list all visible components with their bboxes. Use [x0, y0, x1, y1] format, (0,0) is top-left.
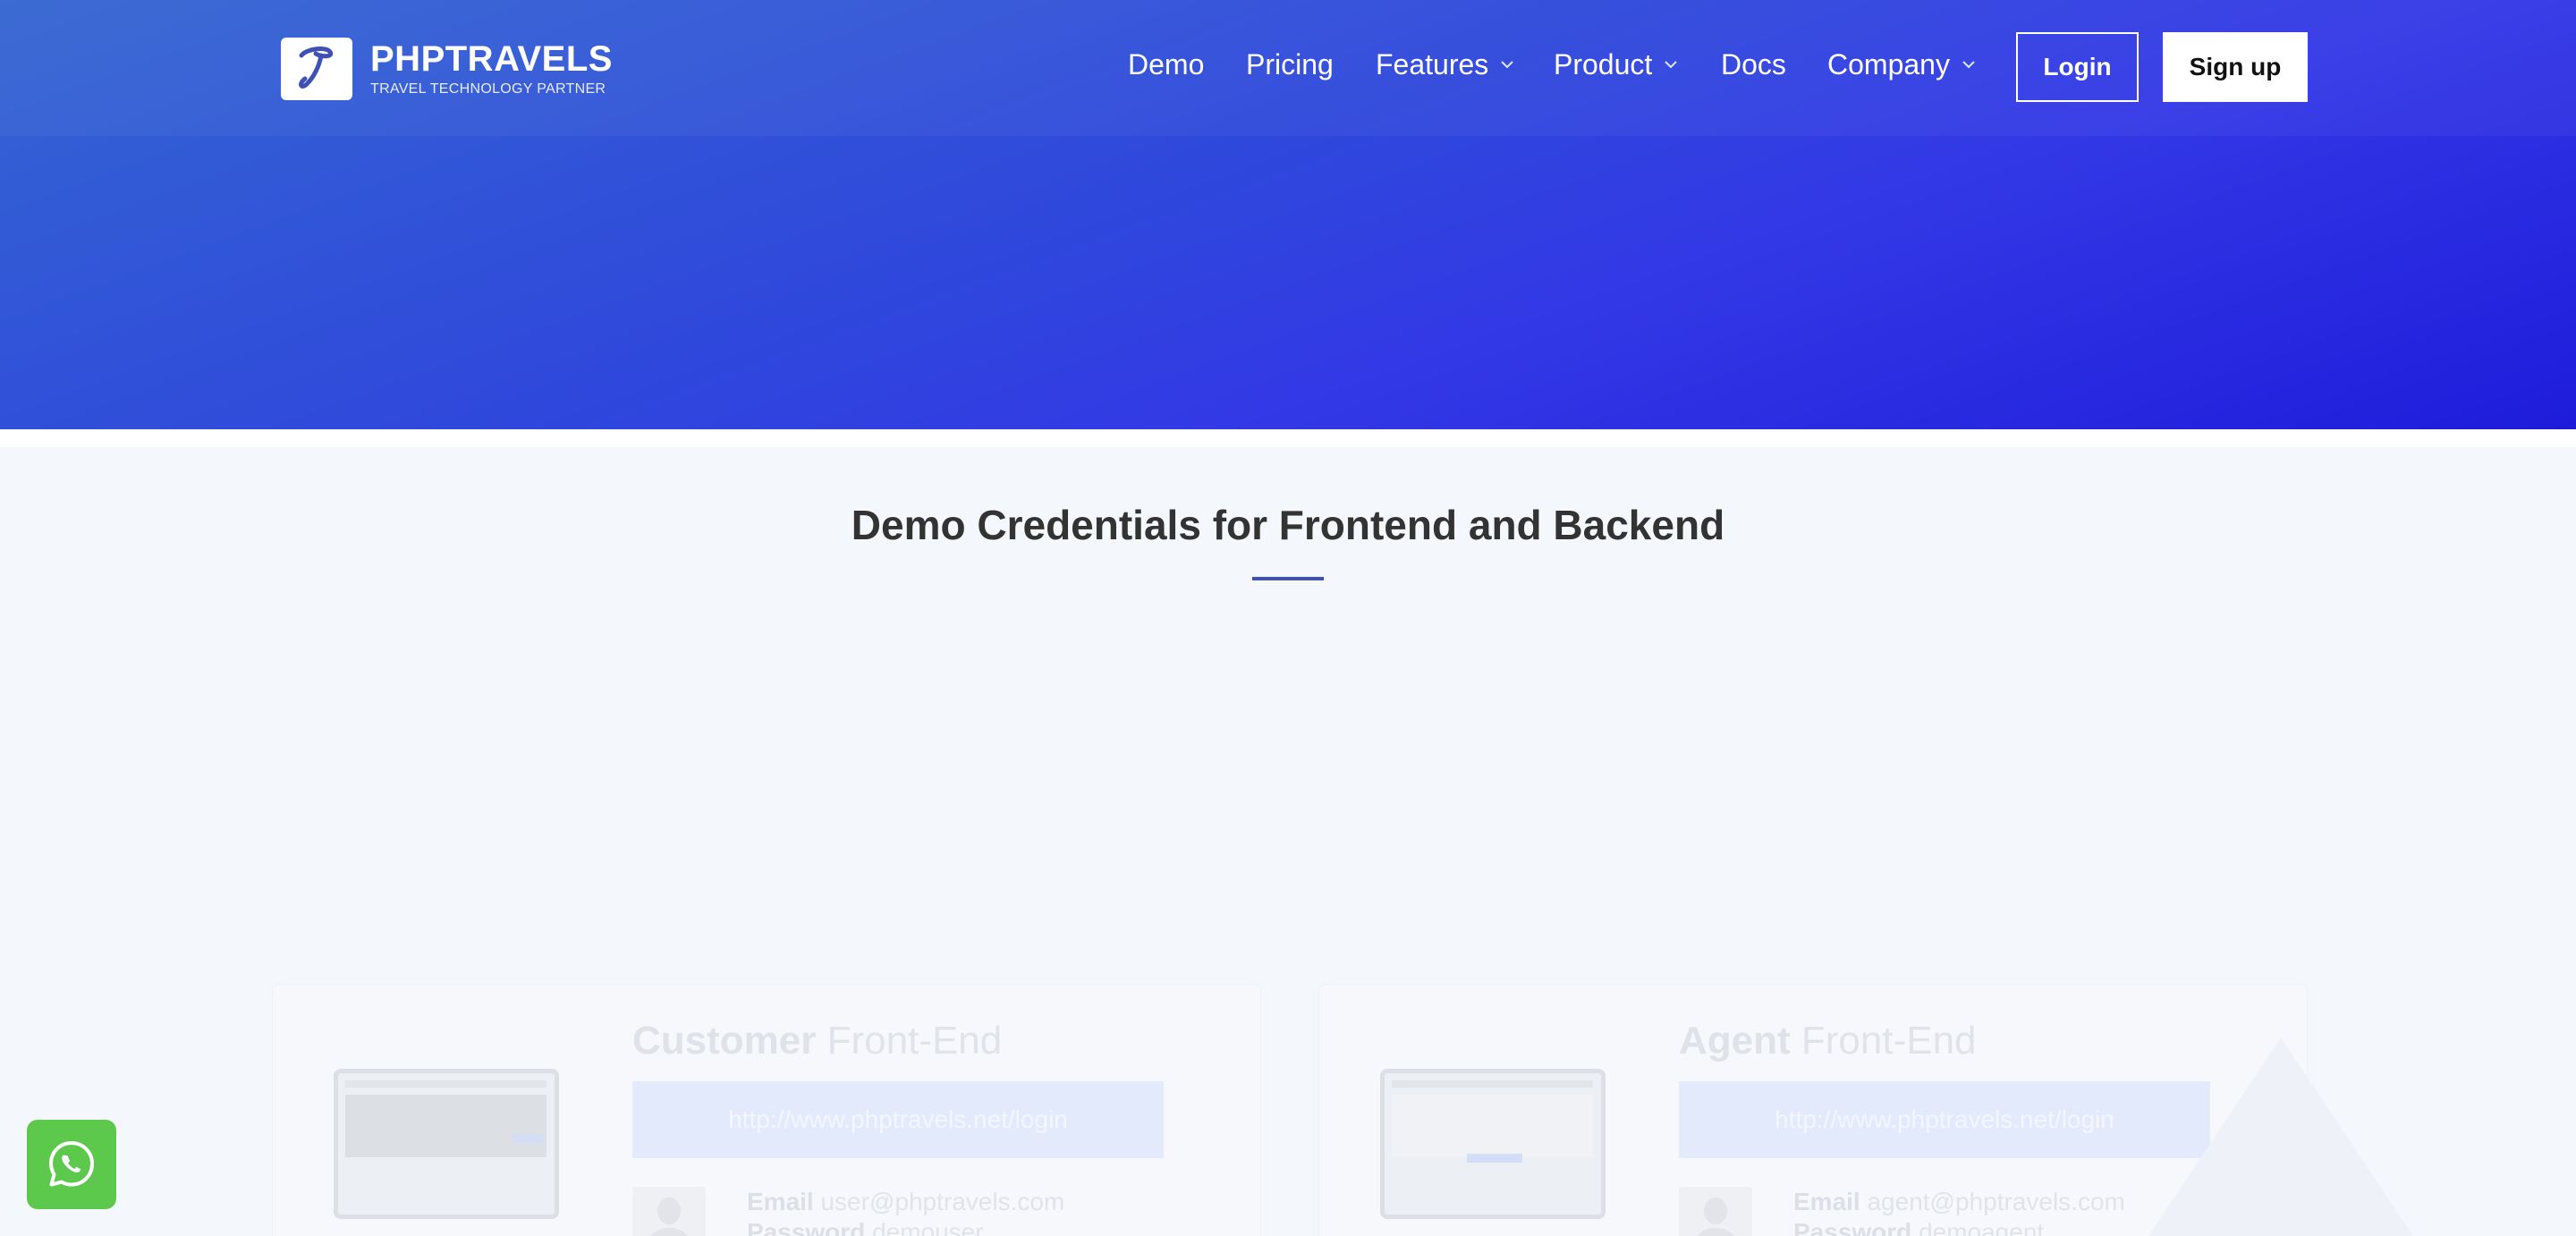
- top-navbar: PHPTRAVELS TRAVEL TECHNOLOGY PARTNER Dem…: [0, 0, 2576, 136]
- card-end: Front-End: [1801, 1019, 1977, 1062]
- nav-company-label: Company: [1827, 48, 1950, 80]
- nav-product-label: Product: [1554, 48, 1653, 80]
- password-value: demoagent: [1919, 1218, 2045, 1236]
- nav-features-label: Features: [1376, 48, 1489, 80]
- credential-card-customer: Customer Front-End http://www.phptravels…: [272, 984, 1261, 1236]
- whatsapp-icon[interactable]: [27, 1120, 116, 1209]
- user-avatar-icon: [1679, 1187, 1752, 1236]
- brand-tagline: TRAVEL TECHNOLOGY PARTNER: [370, 81, 606, 97]
- signup-button[interactable]: Sign up: [2163, 32, 2308, 102]
- login-button[interactable]: Login: [2016, 32, 2139, 102]
- page-title: Demo Credentials for Frontend and Backen…: [851, 502, 1725, 548]
- nav-demo-label: Demo: [1128, 48, 1205, 80]
- nav-pricing[interactable]: Pricing: [1246, 43, 1334, 86]
- password-label: Password: [747, 1218, 866, 1236]
- brand-logo-link[interactable]: PHPTRAVELS TRAVEL TECHNOLOGY PARTNER: [281, 38, 613, 100]
- nav-pricing-label: Pricing: [1246, 48, 1334, 80]
- nav-docs[interactable]: Docs: [1721, 43, 1786, 86]
- brand-text: PHPTRAVELS TRAVEL TECHNOLOGY PARTNER: [370, 40, 613, 97]
- title-underline: [1252, 577, 1324, 580]
- decorative-shape: [2138, 1037, 2424, 1236]
- brand-name: PHPTRAVELS: [370, 39, 613, 79]
- email-label: Email: [747, 1188, 814, 1215]
- user-avatar-icon: [632, 1187, 706, 1236]
- card-heading: Customer Front-End: [632, 1019, 1002, 1063]
- chevron-down-icon: [1962, 61, 1975, 69]
- nav-features[interactable]: Features: [1376, 43, 1515, 86]
- chevron-down-icon: [1665, 61, 1677, 69]
- section-divider: [0, 429, 2576, 447]
- agent-screenshot-thumbnail: [1380, 1069, 1606, 1219]
- password-label: Password: [1793, 1218, 1912, 1236]
- phptravels-logo-icon: [281, 38, 352, 100]
- credentials-text: Email agent@phptravels.com Password demo…: [1793, 1187, 2125, 1236]
- email-value: user@phptravels.com: [820, 1188, 1065, 1215]
- nav-product[interactable]: Product: [1554, 43, 1679, 86]
- nav-company[interactable]: Company: [1827, 43, 1977, 86]
- card-heading: Agent Front-End: [1679, 1019, 1977, 1063]
- nav-demo[interactable]: Demo: [1128, 43, 1204, 86]
- card-end: Front-End: [826, 1019, 1003, 1062]
- chevron-down-icon: [1501, 61, 1513, 69]
- email-label: Email: [1793, 1188, 1860, 1215]
- credentials-text: Email user@phptravels.com Password demou…: [747, 1187, 1064, 1236]
- frontend-url-button[interactable]: http://www.phptravels.net/login: [632, 1081, 1164, 1158]
- email-value: agent@phptravels.com: [1867, 1188, 2125, 1215]
- password-value: demouser: [872, 1218, 984, 1236]
- card-role: Customer: [632, 1019, 817, 1062]
- agent-url-button[interactable]: http://www.phptravels.net/login: [1679, 1081, 2210, 1158]
- card-role: Agent: [1679, 1019, 1791, 1062]
- nav-docs-label: Docs: [1721, 48, 1786, 80]
- frontend-screenshot-thumbnail: [334, 1069, 559, 1219]
- whatsapp-glyph-icon: [49, 1141, 94, 1187]
